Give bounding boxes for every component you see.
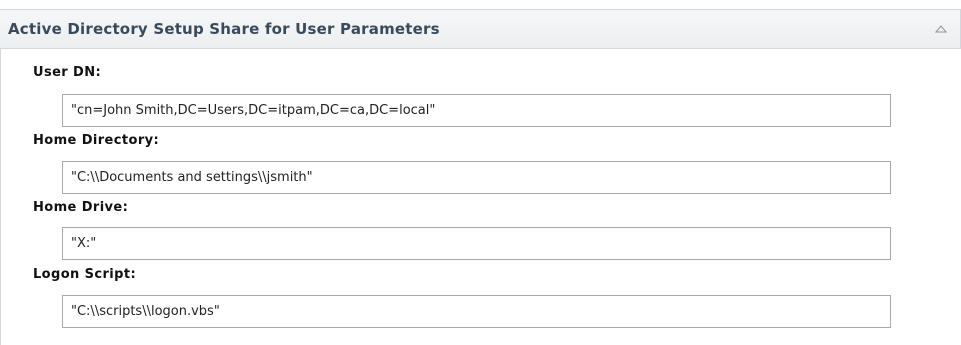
home-drive-input[interactable]: [62, 227, 891, 260]
ad-setup-panel: Active Directory Setup Share for User Pa…: [0, 0, 961, 345]
home-directory-label: Home Directory:: [33, 133, 160, 148]
home-directory-input[interactable]: [62, 161, 891, 194]
panel-title: Active Directory Setup Share for User Pa…: [8, 20, 440, 38]
logon-script-label: Logon Script:: [33, 267, 137, 282]
home-drive-label: Home Drive:: [33, 200, 129, 215]
user-dn-label: User DN:: [33, 65, 102, 80]
user-dn-input[interactable]: [62, 94, 891, 127]
chevron-up-icon[interactable]: [934, 23, 948, 35]
panel-body: User DN: Home Directory: Home Drive: Log…: [0, 49, 961, 345]
logon-script-input[interactable]: [62, 295, 891, 328]
panel-header[interactable]: Active Directory Setup Share for User Pa…: [0, 9, 961, 49]
